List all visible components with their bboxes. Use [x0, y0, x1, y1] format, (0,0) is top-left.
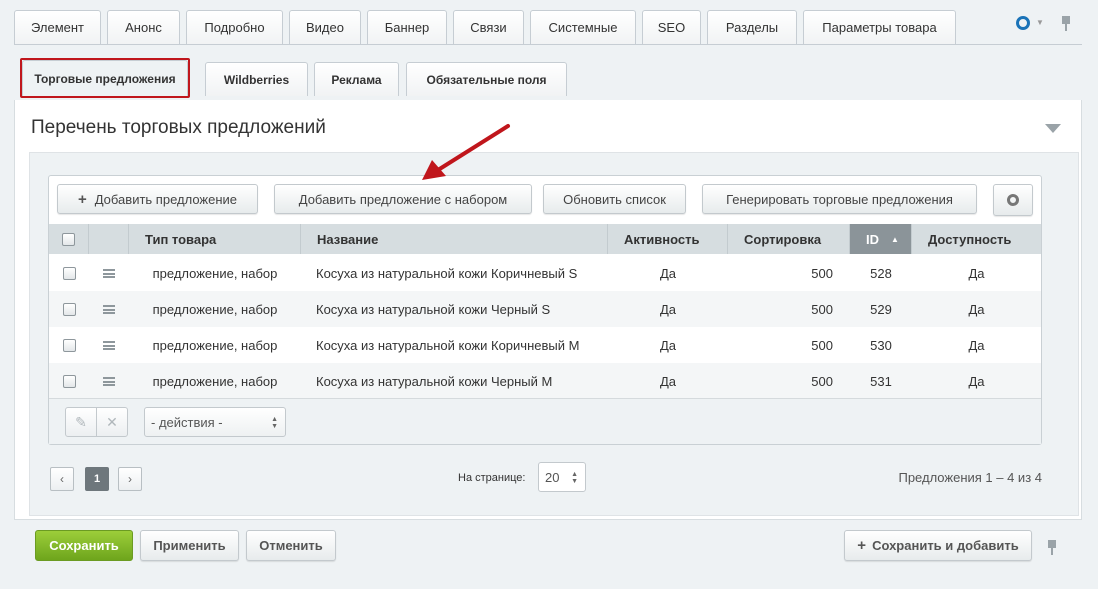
- cell-name: Косуха из натуральной кожи Коричневый M: [316, 337, 580, 353]
- annotation-arrow-icon: [422, 124, 510, 180]
- cell-sort: 500: [811, 337, 833, 353]
- tab-product-params[interactable]: Параметры товара: [803, 10, 956, 44]
- cell-id: 531: [870, 373, 892, 389]
- col-active[interactable]: Активность: [608, 224, 728, 254]
- tab-wildberries[interactable]: Wildberries: [205, 62, 308, 96]
- cell-active: Да: [659, 373, 677, 389]
- cell-name: Косуха из натуральной кожи Коричневый S: [316, 265, 578, 281]
- row-menu-icon[interactable]: [103, 268, 115, 278]
- plus-icon: +: [857, 537, 867, 554]
- cell-active: Да: [659, 337, 677, 353]
- cell-id: 529: [870, 301, 892, 317]
- save-button[interactable]: Сохранить: [35, 530, 133, 561]
- pagination-summary: Предложения 1 – 4 из 4: [898, 470, 1042, 485]
- edit-pencil-icon[interactable]: ✎: [65, 407, 97, 437]
- panel-title: Перечень торговых предложений: [31, 117, 326, 138]
- col-availability[interactable]: Доступность: [912, 224, 1041, 254]
- sort-asc-icon: ▲: [891, 234, 899, 244]
- cell-type: предложение, набор: [152, 373, 278, 389]
- col-id-label: ID: [866, 231, 879, 247]
- tab-sections[interactable]: Разделы: [707, 10, 797, 44]
- select-all-cell: [49, 224, 89, 254]
- tab-seo[interactable]: SEO: [642, 10, 701, 44]
- plus-icon: +: [77, 190, 87, 208]
- cell-type: предложение, набор: [152, 337, 278, 353]
- select-arrows-icon: ▲ ▼: [271, 416, 278, 430]
- tab-video[interactable]: Видео: [289, 10, 361, 44]
- row-checkbox[interactable]: [62, 338, 76, 352]
- save-and-add-label: Сохранить и добавить: [872, 538, 1019, 553]
- chevron-down-icon[interactable]: ▼: [1036, 18, 1044, 27]
- col-sort[interactable]: Сортировка: [728, 224, 850, 254]
- col-id[interactable]: ID ▲: [850, 224, 912, 254]
- col-name[interactable]: Название: [301, 224, 608, 254]
- table-row[interactable]: предложение, набор Косуха из натуральной…: [49, 255, 1041, 291]
- tab-advertising[interactable]: Реклама: [314, 62, 399, 96]
- cell-active: Да: [659, 301, 677, 317]
- table-header: Тип товара Название Активность Сортировк…: [49, 224, 1041, 254]
- offers-grid: + Добавить предложение Добавить предложе…: [48, 175, 1042, 445]
- cell-availability: Да: [968, 265, 985, 281]
- tab-details[interactable]: Подробно: [186, 10, 283, 44]
- cell-availability: Да: [968, 301, 985, 317]
- row-menu-icon[interactable]: [103, 376, 115, 386]
- prev-page-button[interactable]: ‹: [50, 467, 74, 491]
- save-and-add-button[interactable]: + Сохранить и добавить: [844, 530, 1032, 561]
- table-row[interactable]: предложение, набор Косуха из натуральной…: [49, 363, 1041, 399]
- per-page-select[interactable]: 20 ▲ ▼: [538, 462, 586, 492]
- highlight-box: [20, 58, 190, 98]
- cell-sort: 500: [811, 265, 833, 281]
- tabs-row1-divider: [14, 44, 1082, 45]
- actions-select[interactable]: - действия - ▲ ▼: [144, 407, 286, 437]
- add-offer-set-button[interactable]: Добавить предложение с набором: [274, 184, 532, 214]
- row-checkbox[interactable]: [62, 302, 76, 316]
- apply-button[interactable]: Применить: [140, 530, 239, 561]
- cell-availability: Да: [968, 373, 985, 389]
- generate-offers-button[interactable]: Генерировать торговые предложения: [702, 184, 977, 214]
- cancel-button[interactable]: Отменить: [246, 530, 336, 561]
- cell-name: Косуха из натуральной кожи Черный S: [316, 301, 551, 317]
- current-page: 1: [85, 467, 109, 491]
- grid-settings-button[interactable]: [993, 184, 1033, 216]
- tab-required-fields[interactable]: Обязательные поля: [406, 62, 567, 96]
- tab-links[interactable]: Связи: [453, 10, 524, 44]
- select-arrows-icon: ▲ ▼: [571, 471, 578, 485]
- drag-col-header: [89, 224, 129, 254]
- cell-active: Да: [659, 265, 677, 281]
- tab-banner[interactable]: Баннер: [367, 10, 447, 44]
- gear-icon: [1007, 194, 1019, 206]
- row-menu-icon[interactable]: [103, 304, 115, 314]
- row-menu-icon[interactable]: [103, 340, 115, 350]
- actions-select-value: - действия -: [151, 414, 223, 430]
- per-page-label: На странице:: [458, 472, 526, 484]
- cell-id: 528: [870, 265, 892, 281]
- add-offer-button[interactable]: + Добавить предложение: [57, 184, 258, 214]
- per-page-value: 20: [545, 469, 560, 485]
- refresh-list-button[interactable]: Обновить список: [543, 184, 686, 214]
- row-checkbox[interactable]: [62, 374, 76, 388]
- row-checkbox[interactable]: [62, 266, 76, 280]
- cell-sort: 500: [811, 301, 833, 317]
- cell-name: Косуха из натуральной кожи Черный M: [316, 373, 553, 389]
- table-row[interactable]: предложение, набор Косуха из натуральной…: [49, 291, 1041, 327]
- next-page-button[interactable]: ›: [118, 467, 142, 491]
- collapse-arrow-icon[interactable]: [1045, 124, 1061, 133]
- grid-footer: ✎ ✕ - действия - ▲ ▼: [49, 398, 1041, 444]
- cell-type: предложение, набор: [152, 265, 278, 281]
- settings-gear-icon[interactable]: [1016, 16, 1030, 30]
- tab-system[interactable]: Системные: [530, 10, 636, 44]
- pin-icon[interactable]: [1048, 540, 1056, 555]
- pin-icon[interactable]: [1062, 16, 1070, 31]
- add-offer-label: Добавить предложение: [94, 191, 238, 207]
- cell-availability: Да: [968, 337, 985, 353]
- cell-type: предложение, набор: [152, 301, 278, 317]
- cell-sort: 500: [811, 373, 833, 389]
- table-row[interactable]: предложение, набор Косуха из натуральной…: [49, 327, 1041, 363]
- delete-x-icon[interactable]: ✕: [96, 407, 128, 437]
- col-type[interactable]: Тип товара: [129, 224, 301, 254]
- tab-element[interactable]: Элемент: [14, 10, 101, 44]
- select-all-checkbox[interactable]: [62, 232, 75, 246]
- tab-announce[interactable]: Анонс: [107, 10, 180, 44]
- cell-id: 530: [870, 337, 892, 353]
